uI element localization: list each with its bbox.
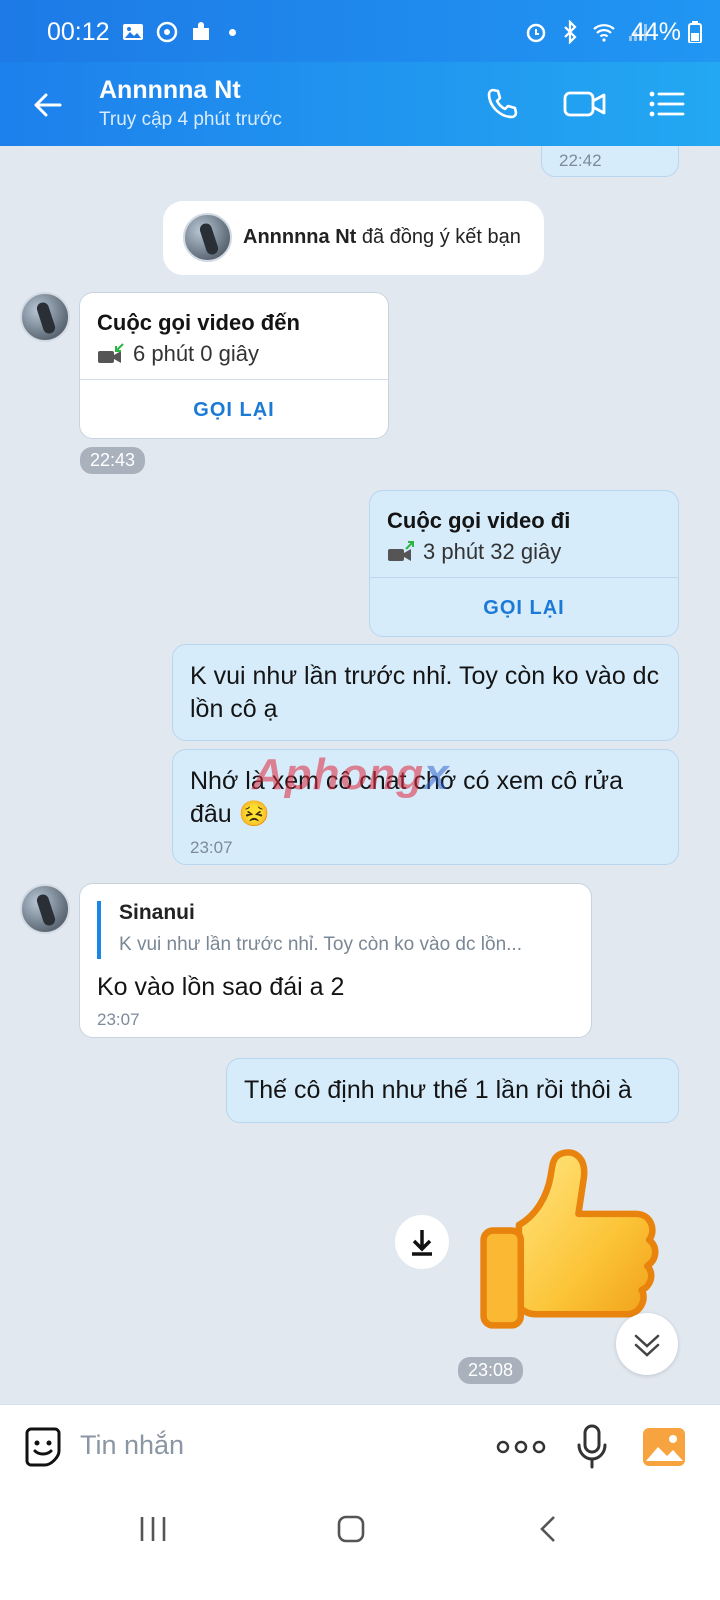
call-duration-row: 3 phút 32 giây: [387, 539, 561, 565]
incoming-video-call-card: Cuộc gọi video đến 6 phút 0 giây GỌI LẠI: [79, 292, 389, 439]
back-arrow-icon[interactable]: [30, 87, 66, 123]
incoming-video-call-icon: [98, 343, 124, 363]
sticker-emoji-icon[interactable]: [21, 1425, 65, 1469]
contact-name[interactable]: Annnnna Nt: [99, 76, 241, 105]
message-input-bar: Tin nhắn: [0, 1404, 720, 1488]
message-input[interactable]: Tin nhắn: [80, 1430, 184, 1461]
notice-text: đã đồng ý kết bạn: [361, 226, 521, 248]
message-time: 23:07: [97, 1010, 140, 1029]
watermark: Aphongx: [252, 750, 450, 800]
outgoing-video-call-icon: [388, 541, 414, 561]
more-options-icon[interactable]: [496, 1437, 546, 1457]
message-time-pill: 22:43: [80, 447, 146, 474]
incoming-reply-bubble[interactable]: Sinanui K vui như lần trước nhỉ. Toy còn…: [79, 883, 592, 1038]
call-back-button[interactable]: GỌI LẠI: [80, 399, 388, 422]
thumbs-up-sticker[interactable]: [478, 1138, 664, 1338]
message-time: 22:42: [559, 151, 602, 170]
watermark-part2: x: [424, 750, 450, 799]
watermark-part1: Aphong: [252, 750, 425, 799]
sync-notification-icon: [156, 21, 178, 43]
alarm-icon: [526, 23, 546, 43]
message-text: K vui như lần trước nhỉ. Toy còn ko vào …: [190, 662, 660, 723]
outgoing-message-bubble[interactable]: K vui như lần trước nhỉ. Toy còn ko vào …: [172, 644, 679, 741]
quoted-author: Sinanui: [119, 901, 195, 924]
puzzle-notification-icon: [193, 22, 209, 40]
friend-accepted-notice: Annnnna Nt đã đồng ý kết bạn: [163, 201, 544, 275]
gallery-image-icon[interactable]: [642, 1427, 686, 1467]
call-duration-row: 6 phút 0 giây: [97, 341, 259, 367]
outgoing-video-call-card: Cuộc gọi video đi 3 phút 32 giây GỌI LẠI: [369, 490, 679, 637]
home-button[interactable]: [336, 1514, 366, 1544]
outgoing-message-bubble[interactable]: Thế cô định như thế 1 lần rồi thôi à: [226, 1058, 679, 1123]
menu-list-icon[interactable]: [646, 84, 686, 124]
message-time-pill: 23:08: [458, 1357, 524, 1384]
call-duration: 6 phút 0 giây: [133, 341, 259, 366]
battery-level: 44%: [631, 18, 702, 47]
contact-avatar[interactable]: [20, 884, 70, 934]
system-back-button[interactable]: [534, 1514, 564, 1544]
divider: [80, 379, 388, 380]
quoted-message[interactable]: Sinanui K vui như lần trước nhỉ. Toy còn…: [97, 901, 577, 959]
recent-apps-button[interactable]: [138, 1514, 168, 1544]
status-bar: 00:12 44%: [0, 0, 720, 62]
call-back-button[interactable]: GỌI LẠI: [370, 597, 678, 620]
chat-area[interactable]: 22:42 Annnnna Nt đã đồng ý kết bạn Cuộc …: [0, 146, 720, 1431]
call-title: Cuộc gọi video đến: [97, 310, 300, 335]
double-chevron-down-icon: [634, 1334, 660, 1357]
message-text: Thế cô định như thế 1 lần rồi thôi à: [244, 1076, 632, 1104]
scroll-to-bottom-button[interactable]: [616, 1313, 678, 1375]
message-time: 23:07: [190, 838, 233, 857]
download-sticker-button[interactable]: [395, 1215, 449, 1269]
contact-avatar[interactable]: [20, 292, 70, 342]
battery-icon: [688, 21, 702, 44]
avatar: [183, 213, 232, 262]
quoted-text: K vui như lần trước nhỉ. Toy còn ko vào …: [119, 934, 522, 955]
battery-percent: 44%: [631, 18, 682, 46]
status-time: 00:12: [47, 18, 110, 46]
bluetooth-icon: [564, 20, 577, 44]
phone-call-icon[interactable]: [482, 84, 522, 124]
chat-header: Annnnna Nt Truy cập 4 phút trước: [0, 62, 720, 146]
notice-name: Annnnna Nt: [243, 226, 357, 248]
gallery-notification-icon: [123, 24, 143, 40]
divider: [370, 577, 678, 578]
microphone-icon[interactable]: [575, 1423, 609, 1471]
call-title: Cuộc gọi video đi: [387, 508, 571, 533]
video-call-icon[interactable]: [562, 84, 608, 124]
message-text: Ko vào lồn sao đái a 2: [97, 973, 345, 1001]
last-seen: Truy cập 4 phút trước: [99, 109, 282, 130]
wifi-icon: [593, 24, 615, 42]
call-duration: 3 phút 32 giây: [423, 539, 562, 564]
system-nav-bar: [0, 1488, 720, 1600]
previous-message-bubble[interactable]: 22:42: [541, 146, 679, 177]
download-icon: [412, 1230, 432, 1256]
more-notifications-dot: [229, 28, 236, 36]
